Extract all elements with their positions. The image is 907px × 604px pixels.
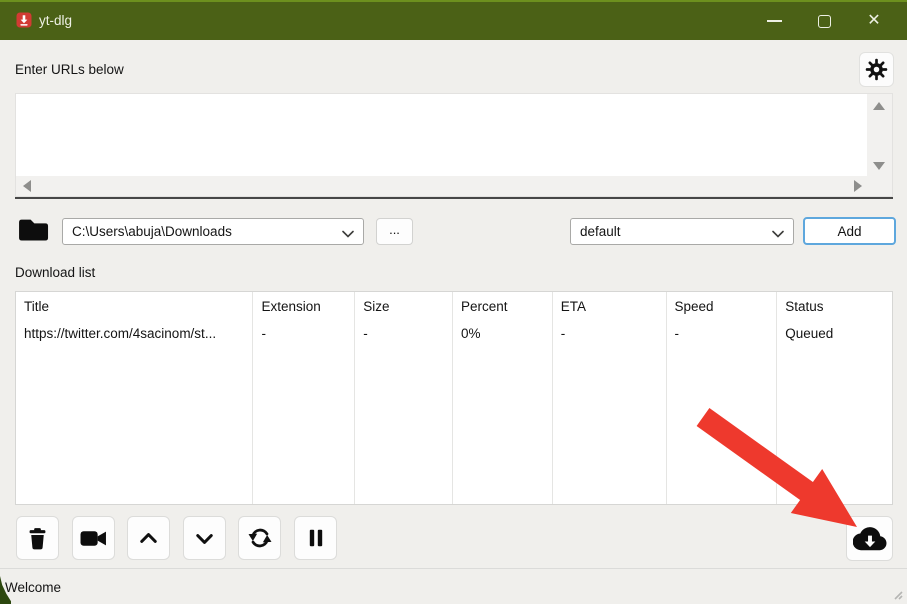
- table-cell[interactable]: 0%: [453, 320, 552, 347]
- settings-button[interactable]: [859, 52, 894, 87]
- window-title: yt-dlg: [39, 2, 72, 40]
- app-window: yt-dlg ✕ Enter URLs below: [0, 0, 907, 604]
- column-header[interactable]: Title: [16, 292, 252, 320]
- window-controls: ✕: [749, 2, 899, 40]
- url-textarea[interactable]: [15, 93, 893, 197]
- column-header[interactable]: Extension: [253, 292, 354, 320]
- horizontal-scrollbar[interactable]: [16, 176, 869, 196]
- pause-button[interactable]: [294, 516, 337, 560]
- download-path-combobox[interactable]: C:\Users\abuja\Downloads: [62, 218, 364, 245]
- start-download-button[interactable]: [846, 516, 893, 561]
- statusbar-separator: [0, 568, 907, 569]
- vertical-scrollbar[interactable]: [867, 94, 892, 176]
- column-header[interactable]: Speed: [667, 292, 777, 320]
- video-camera-icon: [80, 528, 107, 549]
- refresh-button[interactable]: [238, 516, 281, 560]
- column-title: Title https://twitter.com/4sacinom/st...: [16, 292, 253, 504]
- browse-button-label: ...: [389, 222, 400, 237]
- table-cell[interactable]: Queued: [777, 320, 892, 347]
- refresh-icon: [247, 525, 273, 551]
- add-button[interactable]: Add: [803, 217, 896, 245]
- profile-combobox[interactable]: default: [570, 218, 794, 245]
- record-button[interactable]: [72, 516, 115, 560]
- chevron-down-icon: [342, 230, 354, 238]
- enter-urls-label: Enter URLs below: [15, 62, 124, 77]
- scroll-down-icon[interactable]: [873, 162, 885, 170]
- scroll-left-icon[interactable]: [23, 180, 31, 192]
- url-box-underline: [15, 197, 893, 199]
- close-icon: ✕: [867, 13, 880, 29]
- column-size: Size -: [355, 292, 453, 504]
- column-extension: Extension -: [253, 292, 355, 504]
- minimize-icon: [767, 20, 782, 22]
- table-cell[interactable]: -: [355, 320, 452, 347]
- chevron-down-icon: [192, 526, 217, 551]
- titlebar[interactable]: yt-dlg ✕: [0, 0, 907, 40]
- chevron-up-icon: [136, 526, 161, 551]
- column-header[interactable]: ETA: [553, 292, 666, 320]
- column-header[interactable]: Percent: [453, 292, 552, 320]
- profile-value: default: [580, 224, 621, 239]
- url-textarea-content[interactable]: [16, 94, 867, 176]
- resize-grip[interactable]: [891, 588, 903, 600]
- column-percent: Percent 0%: [453, 292, 553, 504]
- download-path-value: C:\Users\abuja\Downloads: [72, 224, 232, 239]
- column-eta: ETA -: [553, 292, 667, 504]
- delete-button[interactable]: [16, 516, 59, 560]
- app-logo-icon: [16, 12, 32, 28]
- table-cell[interactable]: -: [667, 320, 777, 347]
- pause-icon: [304, 526, 328, 550]
- scroll-right-icon[interactable]: [854, 180, 862, 192]
- close-button[interactable]: ✕: [849, 2, 899, 40]
- move-down-button[interactable]: [183, 516, 226, 560]
- table-cell[interactable]: -: [253, 320, 354, 347]
- minimize-button[interactable]: [749, 2, 799, 40]
- trash-icon: [25, 526, 50, 551]
- column-speed: Speed -: [667, 292, 778, 504]
- statusbar-text: Welcome: [5, 580, 61, 595]
- scroll-up-icon[interactable]: [873, 102, 885, 110]
- maximize-button[interactable]: [799, 2, 849, 40]
- add-button-label: Add: [837, 224, 861, 239]
- table-cell[interactable]: https://twitter.com/4sacinom/st...: [16, 320, 252, 347]
- cloud-download-icon: [853, 525, 887, 553]
- download-list-table: Title https://twitter.com/4sacinom/st...…: [15, 291, 893, 505]
- table-cell[interactable]: -: [553, 320, 666, 347]
- maximize-icon: [818, 15, 831, 28]
- column-header[interactable]: Status: [777, 292, 892, 320]
- browse-button[interactable]: ...: [376, 218, 413, 245]
- gear-icon: [865, 58, 888, 81]
- move-up-button[interactable]: [127, 516, 170, 560]
- download-list-label: Download list: [15, 265, 95, 280]
- chevron-down-icon: [772, 230, 784, 238]
- folder-icon: [17, 215, 50, 244]
- column-header[interactable]: Size: [355, 292, 452, 320]
- column-status: Status Queued: [777, 292, 892, 504]
